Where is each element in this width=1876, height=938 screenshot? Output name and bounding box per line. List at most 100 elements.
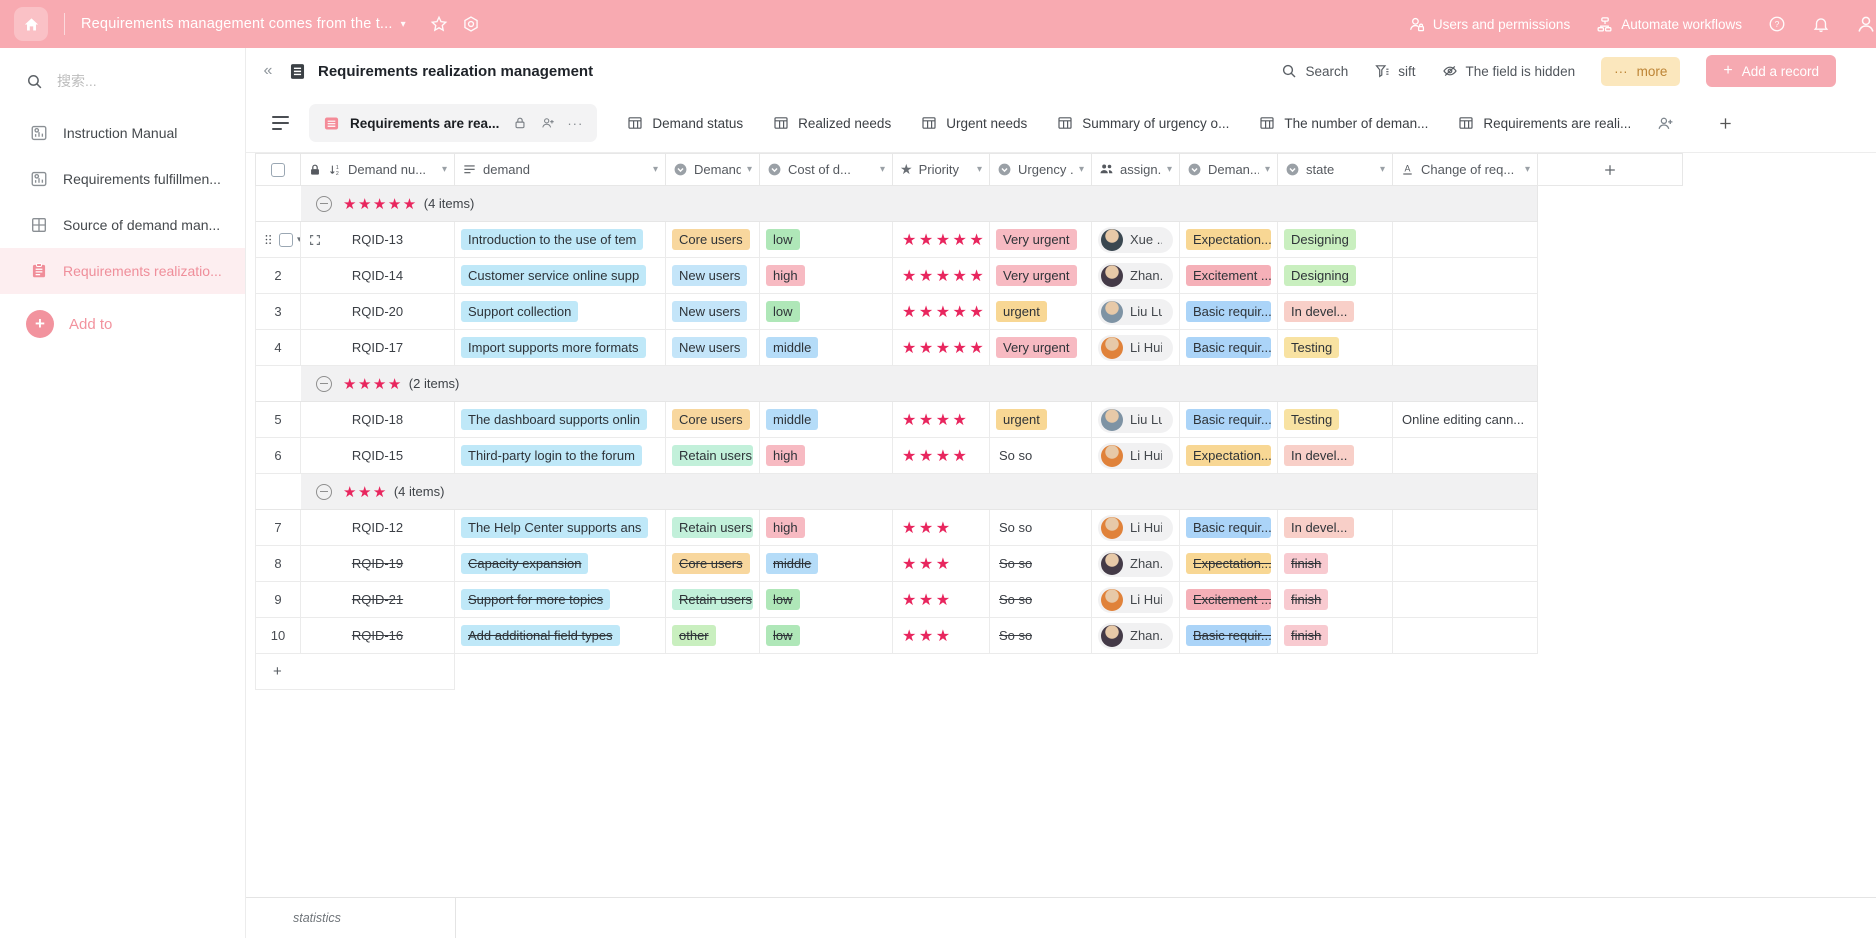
column-header-demand-type[interactable]: Deman...▾ <box>1180 154 1278 186</box>
row-number-cell[interactable]: 4 <box>255 330 301 366</box>
users-permissions-button[interactable]: Users and permissions <box>1408 16 1570 33</box>
cell-demand-type[interactable]: Excitement ... <box>1180 582 1278 618</box>
cell-change[interactable] <box>1393 438 1538 474</box>
caret-down-icon[interactable]: ▾ <box>442 164 447 175</box>
caret-down-icon[interactable]: ▾ <box>1380 164 1385 175</box>
cell-state[interactable]: In devel... <box>1278 438 1393 474</box>
cell-demand-segment[interactable]: New users <box>666 294 760 330</box>
cell-assignee[interactable]: Li Hui... <box>1092 438 1180 474</box>
cell-demand-type[interactable]: Basic requir... <box>1180 330 1278 366</box>
cell-demand-type[interactable]: Excitement ... <box>1180 258 1278 294</box>
cell-demand-segment[interactable]: Retain users <box>666 510 760 546</box>
view-tab[interactable]: Summary of urgency o... <box>1057 115 1229 131</box>
caret-down-icon[interactable]: ▾ <box>880 164 885 175</box>
cell-priority[interactable]: ★★★ <box>893 510 990 546</box>
cell-urgency[interactable]: urgent <box>990 294 1092 330</box>
row-checkbox[interactable] <box>279 233 293 247</box>
cell-demand[interactable]: Capacity expansion <box>455 546 666 582</box>
view-collaborators-icon[interactable] <box>1657 115 1674 132</box>
cell-demand-type[interactable]: Expectation... <box>1180 546 1278 582</box>
cell-assignee[interactable]: Zhan... <box>1092 546 1180 582</box>
column-header-demand[interactable]: demand▾ <box>455 154 666 186</box>
collapse-group-icon[interactable] <box>316 376 332 392</box>
row-number-cell[interactable]: 5 <box>255 402 301 438</box>
cell-demand[interactable]: Support for more topics <box>455 582 666 618</box>
cell-demand-segment[interactable]: Core users <box>666 222 760 258</box>
cell-assignee[interactable]: Li Hui... <box>1092 510 1180 546</box>
cell-priority[interactable]: ★★★★ <box>893 402 990 438</box>
cell-demand-number[interactable]: RQID-15 <box>301 438 455 474</box>
more-button[interactable]: ··· more <box>1601 57 1680 86</box>
caret-down-icon[interactable]: ▾ <box>1079 164 1084 175</box>
cell-change[interactable] <box>1393 294 1538 330</box>
sidebar-search-input[interactable] <box>55 72 199 90</box>
cell-demand-number[interactable]: RQID-20 <box>301 294 455 330</box>
column-header-demand-segment[interactable]: Demand s...▾ <box>666 154 760 186</box>
cell-state[interactable]: finish <box>1278 618 1393 654</box>
caret-down-icon[interactable]: ▾ <box>747 164 752 175</box>
cell-priority[interactable]: ★★★ <box>893 546 990 582</box>
cell-state[interactable]: In devel... <box>1278 294 1393 330</box>
cell-assignee[interactable]: Zhan... <box>1092 618 1180 654</box>
cell-demand-number[interactable]: RQID-17 <box>301 330 455 366</box>
collapse-group-icon[interactable] <box>316 484 332 500</box>
cell-priority[interactable]: ★★★★★ <box>893 294 990 330</box>
cell-cost[interactable]: low <box>760 582 893 618</box>
cell-state[interactable]: Designing <box>1278 222 1393 258</box>
column-header-priority[interactable]: ★Priority▾ <box>893 154 990 186</box>
cell-change[interactable]: Online editing cann... <box>1393 402 1538 438</box>
cell-state[interactable]: In devel... <box>1278 510 1393 546</box>
row-number-cell[interactable]: 9 <box>255 582 301 618</box>
cell-priority[interactable]: ★★★★★ <box>893 258 990 294</box>
view-tab[interactable]: Demand status <box>627 115 743 131</box>
cell-demand-number[interactable]: RQID-16 <box>301 618 455 654</box>
cell-demand-type[interactable]: Basic requir... <box>1180 618 1278 654</box>
caret-down-icon[interactable]: ▾ <box>977 164 982 175</box>
sidebar-item[interactable]: Requirements fulfillmen... <box>0 156 245 202</box>
automate-workflows-button[interactable]: Automate workflows <box>1596 16 1742 33</box>
row-number-cell[interactable]: 8 <box>255 546 301 582</box>
cell-assignee[interactable]: Zhan... <box>1092 258 1180 294</box>
cell-urgency[interactable]: So so <box>990 618 1092 654</box>
cell-demand-number[interactable]: RQID-19 <box>301 546 455 582</box>
cell-change[interactable] <box>1393 330 1538 366</box>
group-header-row[interactable]: ★★★★★(4 items) <box>255 186 1683 222</box>
cell-demand-type[interactable]: Basic requir... <box>1180 402 1278 438</box>
collapse-sidebar-icon[interactable]: « <box>254 62 282 80</box>
cell-demand[interactable]: Add additional field types <box>455 618 666 654</box>
add-view-icon[interactable] <box>1718 116 1733 131</box>
favorite-star-icon[interactable] <box>430 15 448 33</box>
cell-cost[interactable]: low <box>760 618 893 654</box>
view-tab[interactable]: Urgent needs <box>921 115 1027 131</box>
cell-change[interactable] <box>1393 546 1538 582</box>
statistics-label[interactable]: statistics <box>293 911 341 925</box>
filter-button[interactable]: sift <box>1374 63 1415 79</box>
cell-urgency[interactable]: Very urgent <box>990 330 1092 366</box>
cell-change[interactable] <box>1393 222 1538 258</box>
cell-cost[interactable]: middle <box>760 546 893 582</box>
cell-urgency[interactable]: Very urgent <box>990 258 1092 294</box>
cell-urgency[interactable]: So so <box>990 582 1092 618</box>
cell-demand[interactable]: Import supports more formats <box>455 330 666 366</box>
caret-down-icon[interactable]: ▾ <box>1167 164 1172 175</box>
cell-priority[interactable]: ★★★ <box>893 618 990 654</box>
cell-change[interactable] <box>1393 258 1538 294</box>
group-header-row[interactable]: ★★★(4 items) <box>255 474 1683 510</box>
cell-change[interactable] <box>1393 510 1538 546</box>
cell-demand-number[interactable]: RQID-14 <box>301 258 455 294</box>
row-number-cell[interactable]: 2 <box>255 258 301 294</box>
caret-down-icon[interactable]: ▾ <box>1525 164 1530 175</box>
cell-urgency[interactable]: Very urgent <box>990 222 1092 258</box>
column-header-select[interactable] <box>255 154 301 186</box>
cell-cost[interactable]: low <box>760 294 893 330</box>
cell-demand[interactable]: Introduction to the use of tem <box>455 222 666 258</box>
group-header-row[interactable]: ★★★★(2 items) <box>255 366 1683 402</box>
caret-down-icon[interactable]: ▾ <box>653 164 658 175</box>
cell-priority[interactable]: ★★★★★ <box>893 222 990 258</box>
account-icon[interactable] <box>1856 14 1876 34</box>
column-header-demand-number[interactable]: 12Demand nu...▾ <box>301 154 455 186</box>
cell-urgency[interactable]: So so <box>990 546 1092 582</box>
cell-assignee[interactable]: Liu Lu... <box>1092 402 1180 438</box>
cell-cost[interactable]: high <box>760 510 893 546</box>
hidden-fields-button[interactable]: The field is hidden <box>1442 63 1576 79</box>
